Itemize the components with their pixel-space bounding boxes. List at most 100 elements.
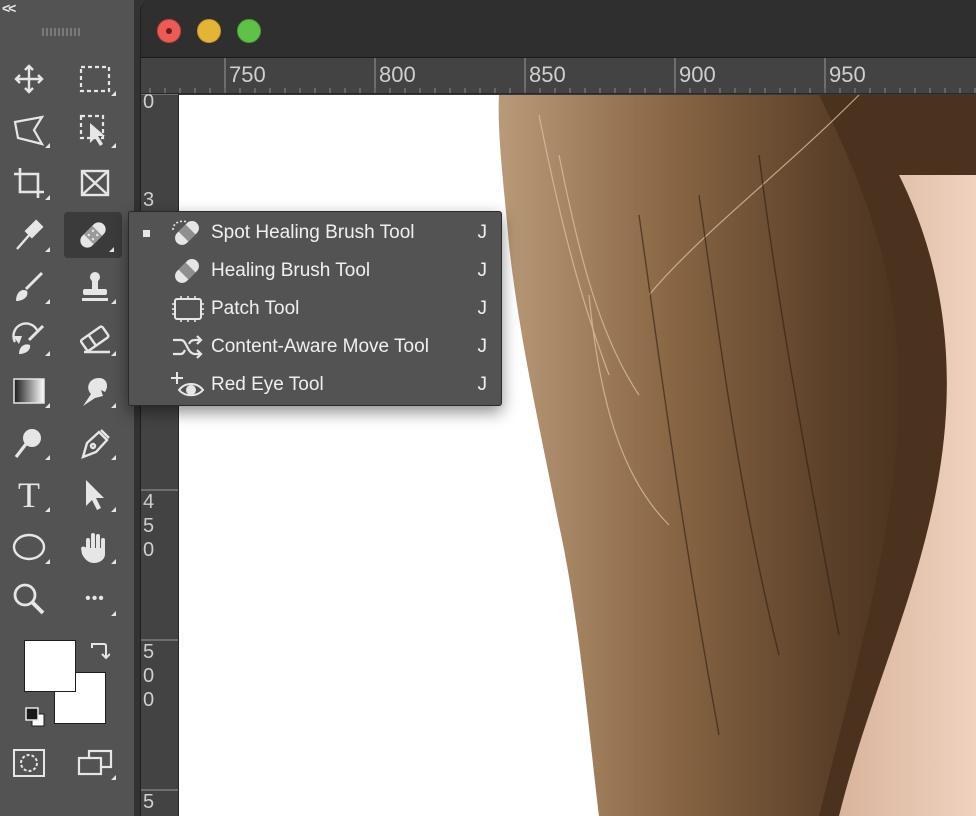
history-brush-icon bbox=[12, 322, 45, 354]
more-tools-indicator bbox=[45, 351, 50, 356]
move-icon bbox=[14, 64, 44, 94]
more-tools-indicator bbox=[111, 143, 116, 148]
menu-item-healing-brush[interactable]: Healing Brush Tool J bbox=[129, 252, 501, 290]
default-colors-icon[interactable] bbox=[24, 706, 46, 728]
more-tools-indicator bbox=[45, 403, 50, 408]
healing-tools-flyout: Spot Healing Brush Tool J Healing Brush … bbox=[128, 211, 502, 406]
lasso-tool[interactable] bbox=[0, 108, 58, 154]
selected-bullet bbox=[143, 230, 150, 237]
hand-icon bbox=[81, 533, 105, 563]
stamp-icon bbox=[82, 272, 108, 301]
edit-toolbar[interactable]: ••• bbox=[66, 576, 124, 622]
ellipse-icon bbox=[12, 533, 46, 561]
ruler-label: 800 bbox=[379, 62, 416, 87]
menu-item-shortcut: J bbox=[477, 260, 488, 281]
type-tool[interactable]: T bbox=[0, 472, 58, 518]
collapse-panel-button[interactable]: << bbox=[2, 0, 16, 16]
vertical-ruler[interactable]: 0 3 4 5 0 5 0 0 5 bbox=[141, 94, 179, 816]
menu-item-content-aware-move[interactable]: Content-Aware Move Tool J bbox=[129, 328, 501, 366]
title-bar[interactable] bbox=[141, 0, 976, 58]
pen-tool[interactable] bbox=[66, 420, 124, 466]
bandage-icon bbox=[80, 222, 106, 248]
panel-grip[interactable] bbox=[42, 28, 80, 36]
more-tools-indicator bbox=[111, 91, 116, 96]
red-eye-icon bbox=[171, 372, 205, 397]
spot-healing-brush-tool[interactable] bbox=[64, 212, 122, 258]
object-selection-tool[interactable] bbox=[66, 108, 124, 154]
more-tools-indicator bbox=[45, 507, 50, 512]
photo-layer bbox=[498, 95, 976, 816]
eyedropper-icon bbox=[16, 219, 44, 250]
gradient-icon bbox=[13, 378, 45, 404]
crop-tool[interactable] bbox=[0, 160, 58, 206]
content-aware-move-icon bbox=[173, 335, 203, 359]
ruler-label: 750 bbox=[229, 62, 266, 87]
screen-mode[interactable] bbox=[66, 740, 124, 786]
brush-tool[interactable] bbox=[0, 264, 58, 310]
type-icon: T bbox=[18, 475, 40, 515]
smudge-icon bbox=[83, 378, 107, 406]
lasso-icon bbox=[13, 115, 45, 146]
more-tools-indicator bbox=[111, 299, 116, 304]
more-tools-indicator bbox=[111, 403, 116, 408]
menu-item-label: Red Eye Tool bbox=[211, 374, 324, 395]
menu-item-shortcut: J bbox=[477, 336, 488, 357]
more-tools-indicator bbox=[45, 143, 50, 148]
more-tools-indicator bbox=[111, 455, 116, 460]
dodge-tool[interactable] bbox=[0, 420, 58, 466]
eraser-tool[interactable] bbox=[66, 316, 124, 362]
horizontal-ruler[interactable]: 750 800 850 900 950 bbox=[141, 58, 976, 94]
swap-colors-icon[interactable] bbox=[88, 640, 110, 662]
gradient-tool[interactable] bbox=[0, 368, 58, 414]
smudge-tool[interactable] bbox=[66, 368, 124, 414]
frame-tool[interactable] bbox=[66, 160, 124, 206]
screen-mode-icon bbox=[77, 749, 113, 776]
object-selection-icon bbox=[79, 114, 105, 146]
menu-item-shortcut: J bbox=[477, 374, 488, 395]
menu-item-label: Spot Healing Brush Tool bbox=[211, 222, 415, 243]
frame-icon bbox=[80, 169, 110, 197]
path-selection-tool[interactable] bbox=[66, 472, 124, 518]
ruler-ticks bbox=[141, 94, 178, 791]
quick-mask-icon bbox=[13, 749, 45, 777]
zoom-button[interactable] bbox=[237, 19, 261, 43]
history-brush-tool[interactable] bbox=[0, 316, 58, 362]
pen-icon bbox=[81, 429, 110, 459]
menu-item-patch[interactable]: Patch Tool J bbox=[129, 290, 501, 328]
tools-panel: << T ••• bbox=[0, 0, 134, 816]
crop-icon bbox=[14, 168, 44, 198]
more-tools-indicator bbox=[111, 351, 116, 356]
spot-healing-icon bbox=[172, 220, 199, 245]
zoom-tool[interactable] bbox=[0, 576, 58, 622]
more-tools-indicator bbox=[111, 559, 116, 564]
menu-item-label: Healing Brush Tool bbox=[211, 260, 371, 281]
ruler-label: 950 bbox=[829, 62, 866, 87]
photoshop-window: << T ••• 750 800 850 900 950 0 3 4 5 0 5… bbox=[0, 0, 976, 816]
hand-tool[interactable] bbox=[66, 524, 124, 570]
more-tools-indicator bbox=[45, 299, 50, 304]
move-tool[interactable] bbox=[0, 56, 58, 102]
more-tools-indicator bbox=[45, 455, 50, 460]
healing-brush-icon bbox=[175, 259, 199, 283]
menu-item-label: Content-Aware Move Tool bbox=[211, 336, 429, 357]
close-button[interactable] bbox=[157, 19, 181, 43]
eraser-icon bbox=[79, 325, 110, 354]
brush-icon bbox=[16, 271, 44, 301]
more-tools-indicator bbox=[111, 611, 116, 616]
rectangular-marquee-tool[interactable] bbox=[66, 56, 124, 102]
quick-mask-mode[interactable] bbox=[0, 740, 58, 786]
zoom-icon bbox=[13, 583, 45, 615]
marquee-icon bbox=[79, 65, 111, 93]
more-tools-indicator bbox=[45, 247, 50, 252]
eyedropper-tool[interactable] bbox=[0, 212, 58, 258]
clone-stamp-tool[interactable] bbox=[66, 264, 124, 310]
ellipse-tool[interactable] bbox=[0, 524, 58, 570]
minimize-button[interactable] bbox=[197, 19, 221, 43]
ruler-label: 900 bbox=[679, 62, 716, 87]
document-canvas[interactable] bbox=[179, 95, 976, 816]
menu-item-shortcut: J bbox=[477, 222, 488, 243]
foreground-color-swatch[interactable] bbox=[24, 640, 76, 692]
menu-item-red-eye[interactable]: Red Eye Tool J bbox=[129, 366, 501, 404]
more-tools-indicator bbox=[111, 775, 116, 780]
menu-item-spot-healing-brush[interactable]: Spot Healing Brush Tool J bbox=[129, 214, 501, 252]
